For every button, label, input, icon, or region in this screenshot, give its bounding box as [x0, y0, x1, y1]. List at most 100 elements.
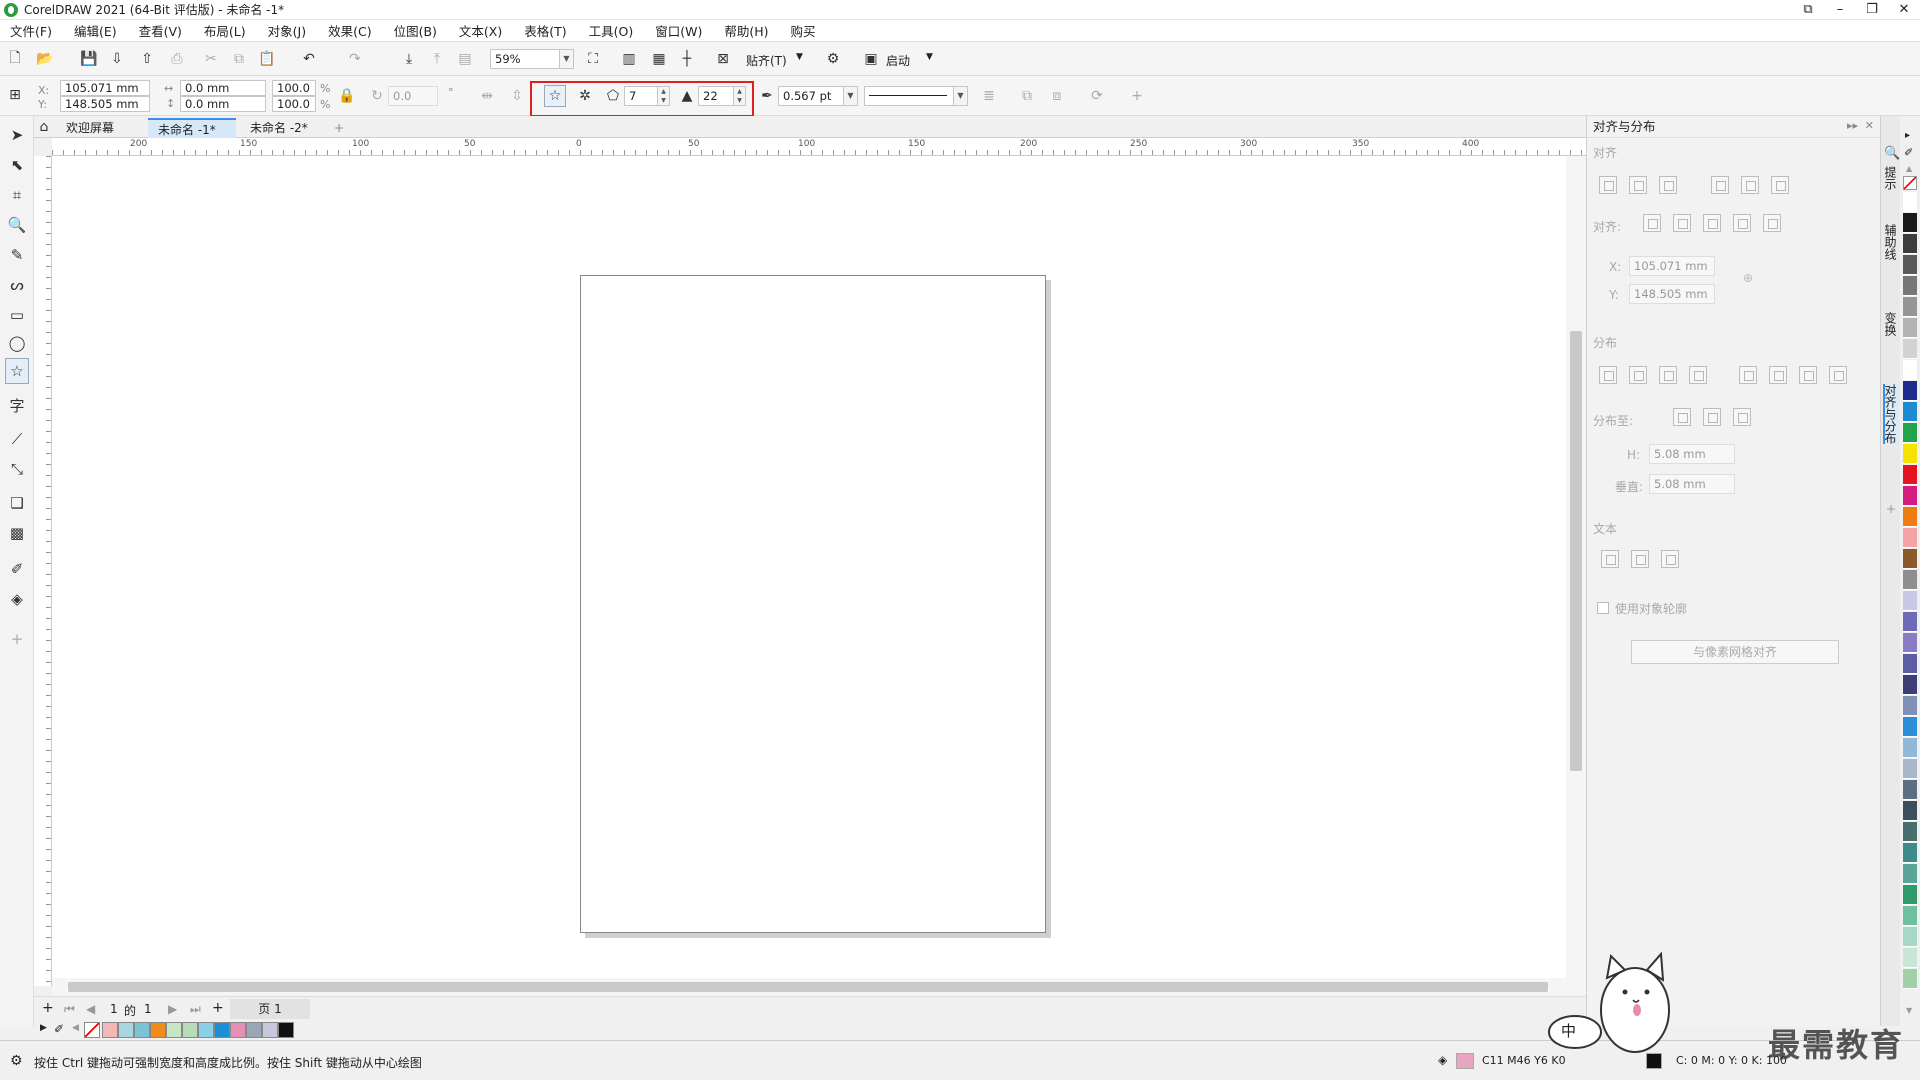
- align-right-icon[interactable]: [1659, 176, 1677, 194]
- scroll-thumb[interactable]: [1570, 331, 1582, 771]
- distribute-spacing-icon[interactable]: [1733, 408, 1751, 426]
- tab-welcome[interactable]: 欢迎屏幕: [56, 118, 124, 138]
- menu-tools[interactable]: 工具(O): [589, 21, 634, 40]
- color-swatch[interactable]: [1903, 612, 1917, 632]
- color-swatch[interactable]: [1903, 948, 1917, 968]
- rectangle-tool-icon[interactable]: ▭: [5, 302, 29, 328]
- height-field[interactable]: 0.0 mm: [180, 96, 266, 112]
- no-color-swatch[interactable]: [1903, 176, 1917, 190]
- color-swatch[interactable]: [1903, 843, 1917, 863]
- chevron-down-icon[interactable]: ▼: [954, 86, 968, 106]
- gear-icon[interactable]: ⚙: [10, 1053, 23, 1069]
- export-icon[interactable]: ⤒: [426, 48, 448, 70]
- align-point-icon[interactable]: [1763, 214, 1781, 232]
- scale-width-field[interactable]: 100.0: [272, 80, 316, 96]
- parallel-dimension-icon[interactable]: ⟋: [5, 426, 29, 452]
- target-icon[interactable]: ⊕: [1743, 271, 1753, 285]
- menu-text[interactable]: 文本(X): [459, 21, 502, 40]
- align-center-h-icon[interactable]: [1629, 176, 1647, 194]
- color-swatch[interactable]: [1903, 696, 1917, 716]
- vertical-scrollbar[interactable]: [1566, 156, 1586, 978]
- color-swatch[interactable]: [1903, 759, 1917, 779]
- publish-pdf-icon[interactable]: ▤: [454, 48, 476, 70]
- color-swatch[interactable]: [1903, 255, 1917, 275]
- zoom-level-field[interactable]: 59%: [490, 49, 560, 69]
- close-icon[interactable]: ✕: [1865, 119, 1874, 132]
- add-tab-button[interactable]: +: [324, 118, 354, 138]
- to-back-icon[interactable]: ⧈: [1046, 85, 1068, 107]
- add-page-after-icon[interactable]: +: [212, 1000, 224, 1016]
- color-swatch[interactable]: [198, 1022, 214, 1038]
- scale-height-field[interactable]: 100.0: [272, 96, 316, 112]
- distribute-bottom-icon[interactable]: [1829, 366, 1847, 384]
- vertical-ruler[interactable]: [34, 156, 52, 986]
- docker-y-field[interactable]: 148.505 mm: [1629, 284, 1715, 304]
- color-swatch[interactable]: [1903, 318, 1917, 338]
- distribute-right-icon[interactable]: [1689, 366, 1707, 384]
- color-swatch[interactable]: [1903, 549, 1917, 569]
- artistic-media-icon[interactable]: ᔕ: [5, 272, 29, 298]
- rotation-field[interactable]: 0.0: [388, 86, 438, 106]
- restore-small-icon[interactable]: ⧉: [1792, 0, 1824, 20]
- color-swatch[interactable]: [1903, 297, 1917, 317]
- menu-effects[interactable]: 效果(C): [328, 21, 371, 40]
- save-icon[interactable]: 💾: [78, 48, 100, 70]
- distribute-center-h-icon[interactable]: [1629, 366, 1647, 384]
- print-icon[interactable]: ⎙: [166, 48, 188, 70]
- distribute-selection-icon[interactable]: [1673, 408, 1691, 426]
- scroll-thumb[interactable]: [68, 982, 1548, 992]
- color-swatch[interactable]: [1903, 507, 1917, 527]
- no-fill-swatch[interactable]: [84, 1022, 100, 1038]
- align-pixel-grid-button[interactable]: 与像素网格对齐: [1631, 640, 1839, 664]
- color-swatch[interactable]: [262, 1022, 278, 1038]
- align-center-v-icon[interactable]: [1741, 176, 1759, 194]
- align-page-center-icon[interactable]: [1703, 214, 1721, 232]
- color-swatch[interactable]: [1903, 192, 1917, 212]
- interactive-fill-icon[interactable]: ◈: [5, 586, 29, 612]
- document-page[interactable]: [580, 275, 1046, 933]
- object-origin-icon[interactable]: ⊞: [4, 84, 26, 106]
- add-icon[interactable]: +: [1126, 85, 1148, 107]
- distribute-spacing-h-icon[interactable]: [1659, 366, 1677, 384]
- pick-tool-icon[interactable]: ➤: [5, 122, 29, 148]
- rotate-icon[interactable]: ↻: [366, 85, 388, 107]
- color-swatch[interactable]: [1903, 822, 1917, 842]
- undo-icon[interactable]: ↶: [298, 48, 320, 70]
- mirror-horizontal-icon[interactable]: ⇹: [476, 85, 498, 107]
- color-swatch[interactable]: [1903, 738, 1917, 758]
- freehand-tool-icon[interactable]: ✎: [5, 242, 29, 268]
- add-docker-icon[interactable]: +: [1886, 502, 1896, 516]
- snap-to-dropdown[interactable]: 贴齐(T): [746, 52, 787, 69]
- menu-object[interactable]: 对象(J): [268, 21, 306, 40]
- chevron-down-icon[interactable]: ▼: [796, 52, 803, 62]
- cloud-download-icon[interactable]: ⇩: [106, 48, 128, 70]
- ellipse-tool-icon[interactable]: ◯: [5, 330, 29, 356]
- text-line-icon[interactable]: [1631, 550, 1649, 568]
- color-swatch[interactable]: [1903, 444, 1917, 464]
- color-swatch[interactable]: [1903, 675, 1917, 695]
- color-swatch[interactable]: [1903, 528, 1917, 548]
- palette-arrow-icon[interactable]: ▶: [40, 1023, 47, 1033]
- color-swatch[interactable]: [1903, 927, 1917, 947]
- crop-tool-icon[interactable]: ⌗: [5, 182, 29, 208]
- color-swatch[interactable]: [1903, 360, 1917, 380]
- v-spacing-field[interactable]: 5.08 mm: [1649, 474, 1735, 494]
- distribute-spacing-v-icon[interactable]: [1799, 366, 1817, 384]
- lock-ratio-icon[interactable]: 🔒: [336, 85, 358, 107]
- docker-x-field[interactable]: 105.071 mm: [1629, 256, 1715, 276]
- x-position-field[interactable]: 105.071 mm: [60, 80, 150, 96]
- transparency-tool-icon[interactable]: ▩: [5, 520, 29, 546]
- palette-down-icon[interactable]: ▼: [1906, 1006, 1912, 1015]
- close-button[interactable]: ✕: [1888, 0, 1920, 20]
- page-tab[interactable]: 页 1: [230, 999, 310, 1019]
- side-tab-transform[interactable]: 变换: [1883, 312, 1899, 336]
- palette-menu-icon[interactable]: ▸: [1905, 130, 1910, 141]
- color-swatch[interactable]: [134, 1022, 150, 1038]
- next-page-icon[interactable]: ▶: [168, 1002, 177, 1016]
- maximize-button[interactable]: ❐: [1856, 0, 1888, 20]
- color-swatch[interactable]: [278, 1022, 294, 1038]
- align-selected-icon[interactable]: [1643, 214, 1661, 232]
- color-swatch[interactable]: [1903, 234, 1917, 254]
- to-front-icon[interactable]: ⧉: [1016, 85, 1038, 107]
- outline-pen-icon[interactable]: ✒: [756, 85, 778, 107]
